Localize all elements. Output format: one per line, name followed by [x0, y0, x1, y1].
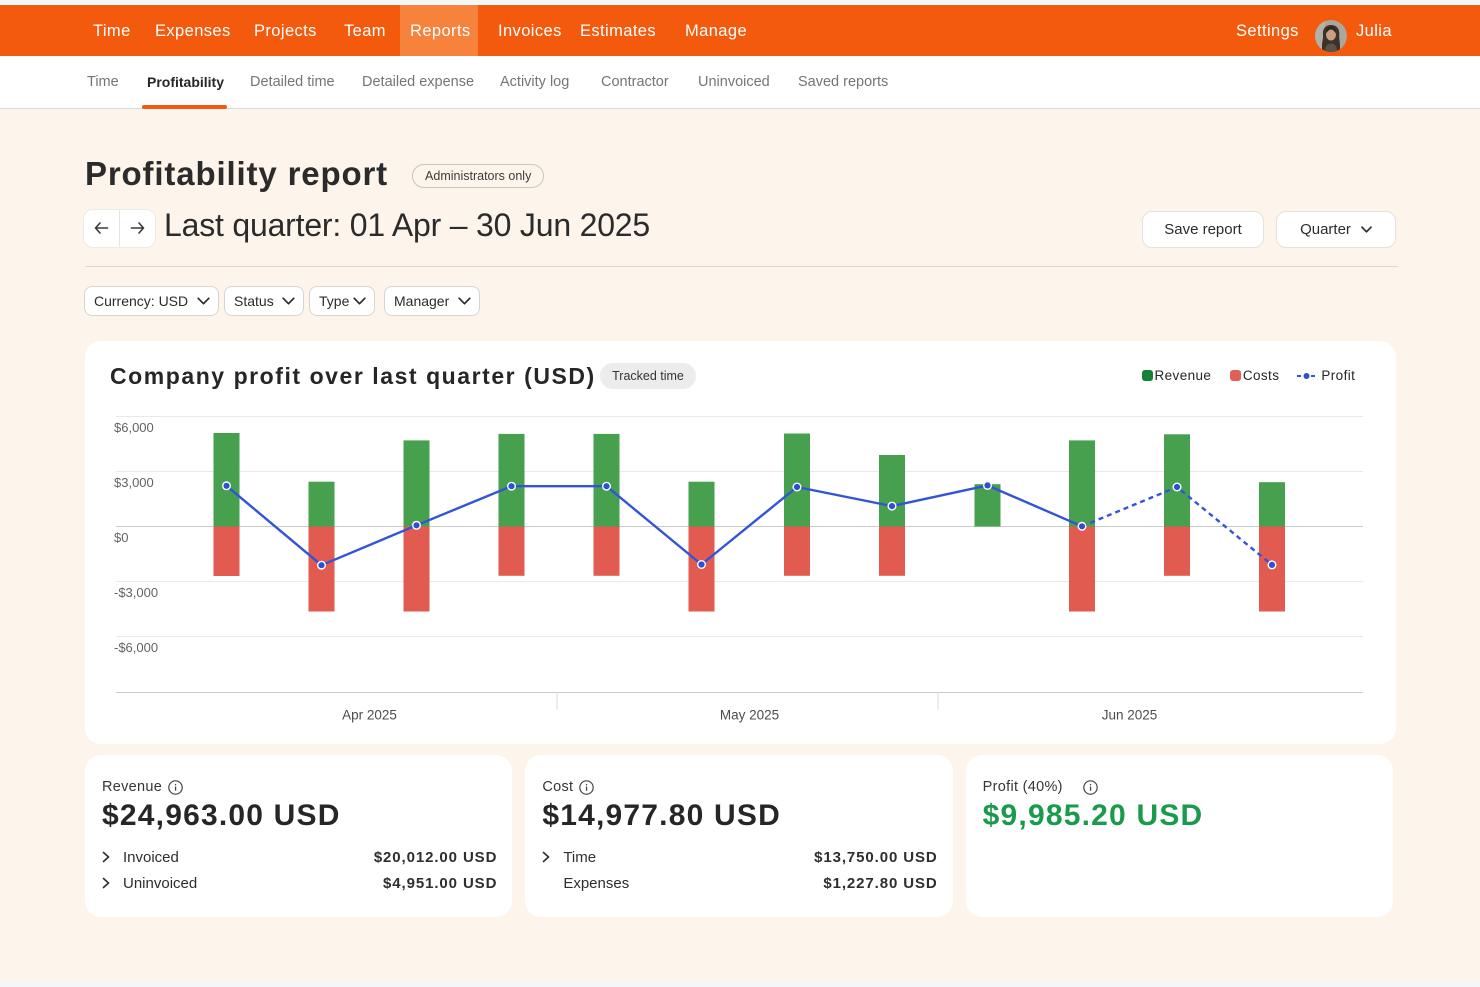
svg-text:Apr 2025: Apr 2025: [342, 708, 397, 723]
svg-text:-$3,000: -$3,000: [114, 585, 158, 600]
svg-text:$0: $0: [114, 530, 128, 545]
svg-text:May 2025: May 2025: [720, 708, 779, 723]
svg-text:-$6,000: -$6,000: [114, 640, 158, 655]
svg-text:$3,000: $3,000: [114, 475, 154, 490]
svg-text:$6,000: $6,000: [114, 420, 154, 435]
svg-text:Jun 2025: Jun 2025: [1102, 708, 1158, 723]
